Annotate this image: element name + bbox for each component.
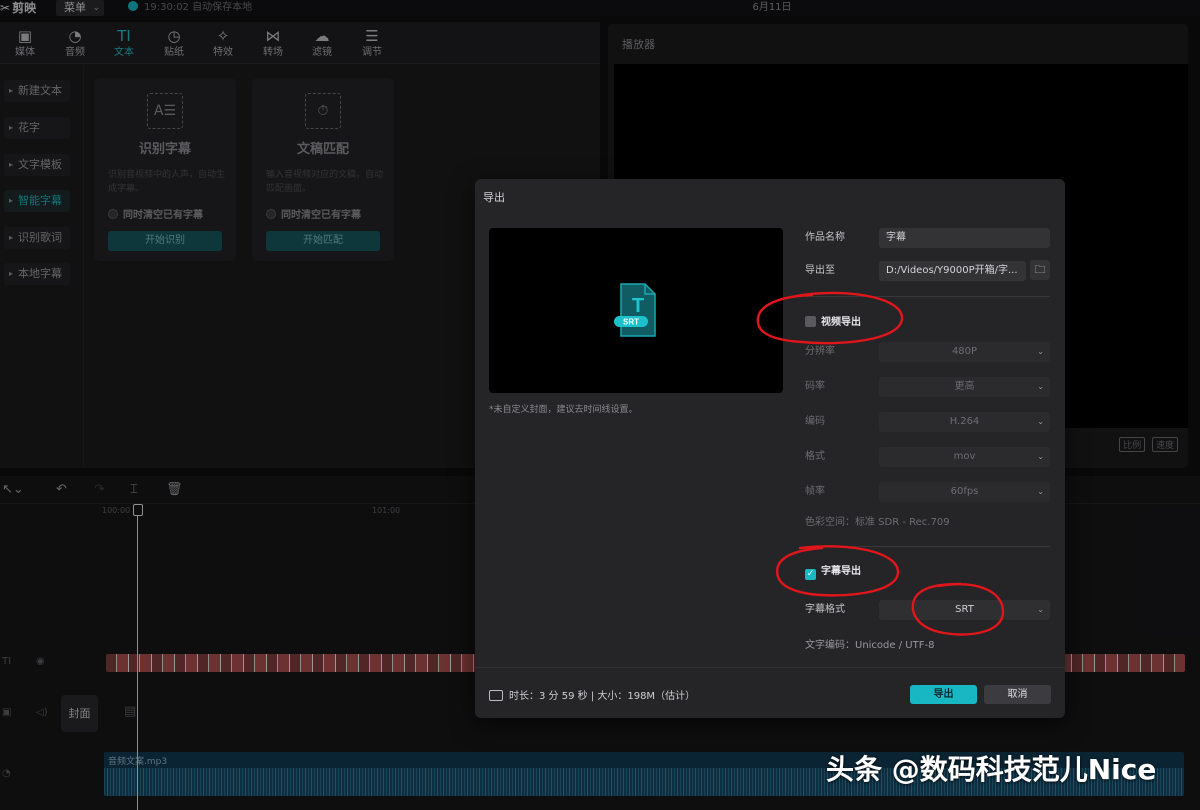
chevron-down-icon: ⌄ xyxy=(1037,347,1044,356)
video-export-checkbox[interactable]: 视频导出 xyxy=(805,315,861,331)
checkbox-unchecked-icon xyxy=(805,316,816,327)
export-dialog: 导出 T SRT *未自定义封面，建议去时间线设置。 作品名称 字幕 导出至 D… xyxy=(475,179,1065,718)
chevron-down-icon: ⌄ xyxy=(1037,487,1044,496)
fps-label: 帧率 xyxy=(805,486,825,497)
name-label: 作品名称 xyxy=(805,232,845,243)
format-select[interactable]: mov ⌄ xyxy=(879,447,1050,467)
export-preview: T SRT xyxy=(489,228,783,393)
encoding-text: 文字编码：Unicode / UTF-8 xyxy=(805,640,935,651)
watermark: 头条 @数码科技范儿Nice xyxy=(826,753,1157,786)
checkbox-checked-icon: ✓ xyxy=(805,569,816,580)
bitrate-select[interactable]: 更高 ⌄ xyxy=(879,377,1050,397)
colorspace-text: 色彩空间：标准 SDR - Rec.709 xyxy=(805,517,950,528)
cover-note: *未自定义封面，建议去时间线设置。 xyxy=(489,405,638,415)
srt-badge: SRT xyxy=(623,318,639,327)
dialog-title: 导出 xyxy=(483,191,505,204)
chevron-down-icon: ⌄ xyxy=(1037,605,1044,614)
codec-label: 编码 xyxy=(805,416,825,427)
subtitle-format-select[interactable]: SRT ⌄ xyxy=(879,600,1050,620)
format-label: 格式 xyxy=(805,451,825,462)
divider xyxy=(805,546,1050,547)
folder-icon[interactable]: 🗀 xyxy=(1030,260,1050,280)
divider xyxy=(805,296,1050,297)
chevron-down-icon: ⌄ xyxy=(1037,452,1044,461)
export-to-label: 导出至 xyxy=(805,265,835,276)
chevron-down-icon: ⌄ xyxy=(1037,417,1044,426)
dialog-footer: 时长：3 分 59 秒 | 大小：198M（估计） 导出 取消 xyxy=(475,667,1065,718)
duration-size-info: 时长：3 分 59 秒 | 大小：198M（估计） xyxy=(489,687,695,702)
export-path-input[interactable]: D:/Videos/Y9000P开箱/字... xyxy=(879,261,1026,281)
export-button[interactable]: 导出 xyxy=(910,685,977,704)
subtitle-export-checkbox[interactable]: ✓ 字幕导出 xyxy=(805,564,861,580)
bitrate-label: 码率 xyxy=(805,381,825,392)
work-name-input[interactable]: 字幕 xyxy=(879,228,1050,248)
svg-text:T: T xyxy=(632,295,644,317)
codec-select[interactable]: H.264 ⌄ xyxy=(879,412,1050,432)
srt-file-icon: T SRT xyxy=(614,283,656,337)
cancel-button[interactable]: 取消 xyxy=(984,685,1051,704)
chevron-down-icon: ⌄ xyxy=(1037,382,1044,391)
resolution-select[interactable]: 480P ⌄ xyxy=(879,342,1050,362)
film-icon xyxy=(489,690,503,701)
subtitle-format-label: 字幕格式 xyxy=(805,604,845,615)
fps-select[interactable]: 60fps ⌄ xyxy=(879,482,1050,502)
resolution-label: 分辨率 xyxy=(805,346,835,357)
